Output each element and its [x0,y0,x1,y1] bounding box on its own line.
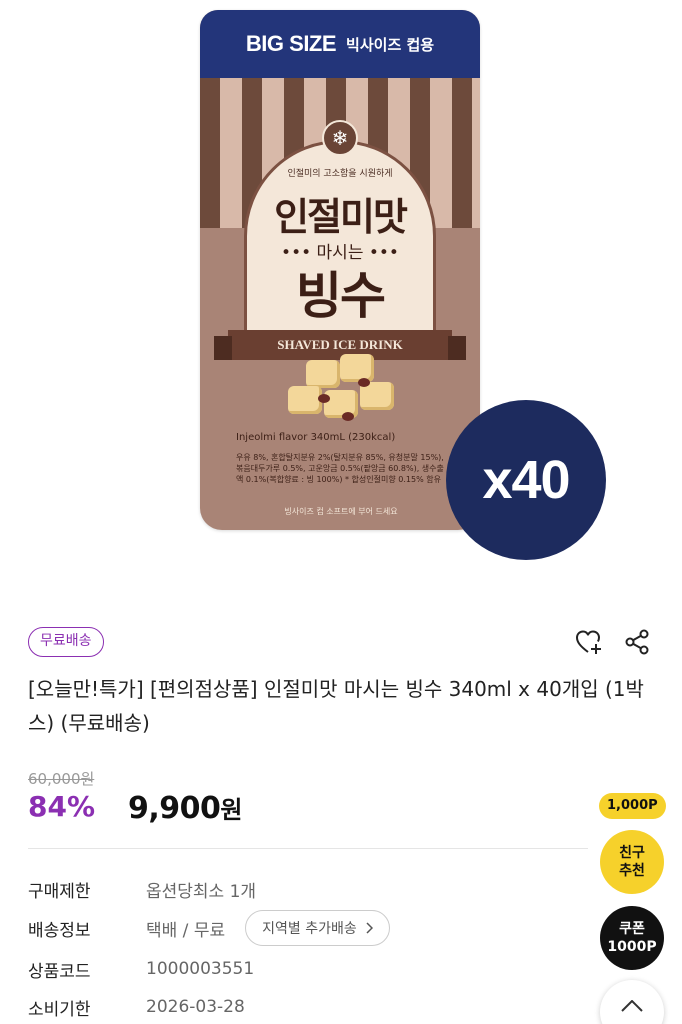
badge-title-1: 인절미맛 [274,195,408,239]
product-actions [574,627,652,657]
sale-price-amount: 9,900 [128,791,221,826]
badge-subtitle: 인절미의 고소함을 시원하게 [287,169,393,179]
coupon-button[interactable]: 쿠폰 1000P [600,906,664,970]
pouch-big-size-text: BIG SIZE [245,31,337,56]
friend-line-1: 친구 [619,845,645,861]
regional-shipping-label: 지역별 추가배송 [262,921,357,937]
purchase-limit-row: 구매제한 옵션당최소 1개 [28,874,256,904]
ingredients-text: 우유 8%, 혼합탈지분유 2%(탈지분유 85%, 유청분말 15%), 볶음… [236,453,444,484]
delivery-value: 택배 / 무료 [146,920,226,941]
divider [28,848,588,849]
pouch-bottom-text: 빙사이즈 컵 소프트에 부어 드세요 [284,507,398,516]
original-price: 60,000원 [28,770,95,788]
expiry-row: 소비기한 2026-03-28 [28,992,245,1022]
product-code-label: 상품코드 [28,961,91,982]
discount-rate: 84% [28,790,96,823]
chevron-up-icon [621,1000,643,1012]
regional-shipping-button[interactable]: 지역별 추가배송 [245,910,390,946]
quantity-badge: x40 [446,400,606,560]
friend-referral-button[interactable]: 친구 추천 [600,830,664,894]
sale-price-unit: 원 [220,796,242,824]
sale-price: 9,900원 [128,790,242,826]
expiry-label: 소비기한 [28,999,91,1020]
product-code-value: 1000003551 [146,959,255,979]
coupon-line-1: 쿠폰 [619,921,645,937]
purchase-limit-label: 구매제한 [28,881,91,902]
chevron-right-icon [366,922,373,934]
purchase-limit-value: 옵션당최소 1개 [146,881,257,902]
scroll-top-button[interactable] [600,980,664,1024]
free-shipping-badge: 무료배송 [28,627,104,657]
product-title: [오늘만!특가] [편의점상품] 인절미맛 마시는 빙수 340ml x 40개… [28,677,644,735]
points-tag: 1,000P [599,793,666,819]
coupon-line-2: 1000P [607,939,657,955]
delivery-label: 배송정보 [28,920,91,941]
product-code-row: 상품코드 1000003551 [28,954,254,984]
rice-cake-illustration [288,350,408,430]
expiry-value: 2026-03-28 [146,997,245,1017]
snowflake-icon: ❄ [322,120,358,156]
friend-line-2: 추천 [619,863,645,879]
product-pouch: BIG SIZE 빅사이즈 컵용 ❄ 인절미의 고소함을 시원하게 인절미맛 •… [200,10,480,530]
pouch-cup-text: 빅사이즈 컵용 [346,35,435,54]
heart-plus-icon[interactable] [574,627,604,657]
badge-title-3: 빙수 [296,267,386,325]
product-image[interactable]: BIG SIZE 빅사이즈 컵용 ❄ 인절미의 고소함을 시원하게 인절미맛 •… [0,0,682,610]
share-icon[interactable] [622,627,652,657]
flavor-line: Injeolmi flavor 340mL (230kcal) [236,432,396,443]
delivery-info-row: 배송정보 택배 / 무료 지역별 추가배송 [28,910,390,946]
pouch-top-band: BIG SIZE 빅사이즈 컵용 [200,10,480,78]
